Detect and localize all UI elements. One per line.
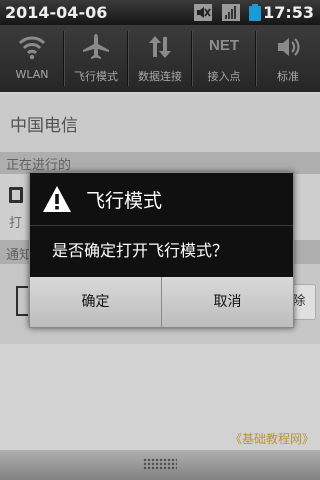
toggle-label: 数据连接 [138,70,182,83]
wifi-icon [18,36,46,60]
toggle-wlan[interactable]: WLAN [0,25,64,92]
toggle-label: 标准 [277,70,299,83]
dialog-buttons: 确定 取消 [30,277,293,327]
status-bar: 2014-04-06 17:53 [0,0,320,25]
net-icon: NET [209,37,239,54]
mute-icon [194,4,212,21]
quick-toggles: WLAN 飞行模式 数据连接 NET 接入点 标准 [0,25,320,92]
status-date: 2014-04-06 [5,3,108,22]
signal-icon [222,4,240,21]
airplane-mode-dialog: 飞行模式 是否确定打开飞行模式？ 确定 取消 [29,172,294,328]
toggle-label: WLAN [15,68,49,81]
data-transfer-icon [149,36,171,58]
toggle-label: 接入点 [207,70,241,83]
dialog-title: 飞行模式 [86,190,163,212]
toggle-label: 飞行模式 [74,70,118,83]
dialog-message: 是否确定打开飞行模式？ [52,241,229,260]
cancel-button[interactable]: 取消 [162,277,293,327]
toggle-airplane[interactable]: 飞行模式 [64,25,128,92]
toggle-apn[interactable]: NET 接入点 [192,25,256,92]
toggle-data[interactable]: 数据连接 [128,25,192,92]
dialog-header: 飞行模式 [30,173,293,226]
battery-icon [249,4,261,21]
toggle-sound-profile[interactable]: 标准 [256,25,320,92]
airplane-icon [83,34,109,59]
status-time: 17:53 [263,3,314,22]
confirm-button[interactable]: 确定 [30,277,162,327]
volume-icon [278,38,300,56]
warning-icon [43,186,71,212]
